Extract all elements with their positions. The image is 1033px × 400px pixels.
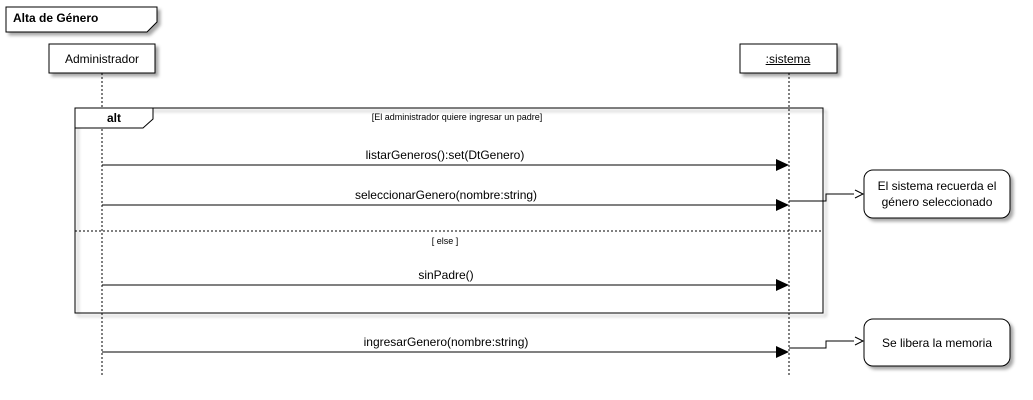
lifeline-label-admin: Administrador bbox=[64, 52, 140, 66]
note-text-1: El sistema recuerda el género selecciona… bbox=[877, 179, 997, 209]
note-text-2: Se libera la memoria bbox=[881, 335, 993, 350]
alt-fragment bbox=[74, 107, 824, 314]
message-label-3: sinPadre() bbox=[418, 268, 474, 282]
message-label-1: listarGeneros():set(DtGenero) bbox=[365, 148, 525, 162]
note-connector-1 bbox=[789, 189, 865, 202]
alt-guard-if: [El administrador quiere ingresar un pad… bbox=[371, 112, 543, 122]
frame-title: Alta de Género bbox=[13, 11, 99, 25]
alt-guard-else: [ else ] bbox=[431, 236, 459, 246]
alt-operator-label: alt bbox=[107, 111, 122, 125]
lifeline-label-sistema: :sistema bbox=[765, 52, 811, 66]
note-connector-2 bbox=[789, 336, 865, 349]
message-label-2: seleccionarGenero(nombre:string) bbox=[354, 188, 538, 202]
message-label-4: ingresarGenero(nombre:string) bbox=[363, 335, 529, 349]
